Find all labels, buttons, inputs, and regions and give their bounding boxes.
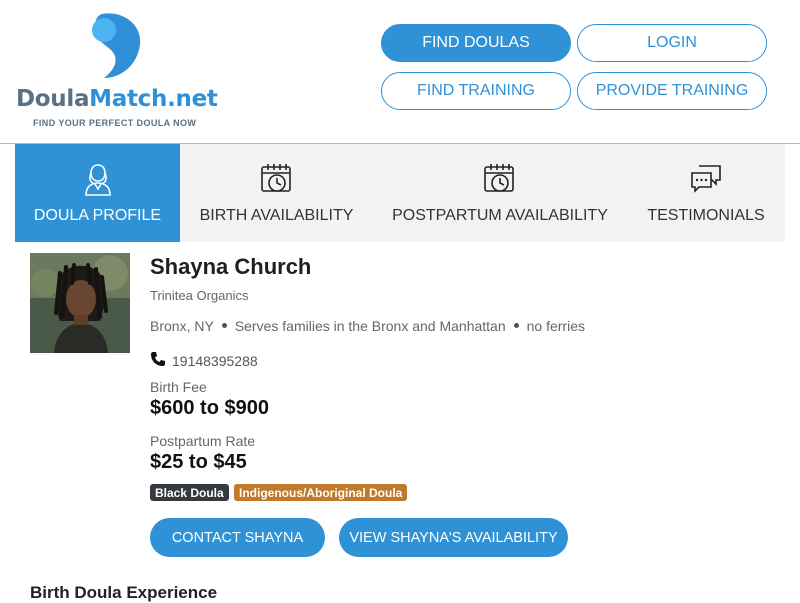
doula-service-note: no ferries [526, 318, 585, 334]
phone-icon [150, 351, 166, 370]
profile-tabs: DOULA PROFILE BIRTH AVAILABILITY POSTPAR… [15, 144, 785, 242]
logo-wordmark-part1: Doula [16, 86, 90, 112]
doula-name: Shayna Church [150, 254, 312, 279]
view-availability-button[interactable]: VIEW SHAYNA'S AVAILABILITY [339, 518, 568, 557]
find-doulas-button[interactable]: FIND DOULAS [381, 24, 571, 62]
phone-number[interactable]: 19148395288 [172, 353, 258, 369]
doula-service-area: Serves families in the Bronx and Manhatt… [234, 318, 506, 334]
separator-dot [513, 323, 519, 329]
tab-birth-availability[interactable]: BIRTH AVAILABILITY [195, 144, 358, 242]
tab-birth-availability-label: BIRTH AVAILABILITY [199, 207, 354, 224]
logo-wordmark-part2: Match.net [89, 86, 218, 112]
badge-indigenous-doula: Indigenous/Aboriginal Doula [234, 484, 408, 501]
provide-training-button[interactable]: PROVIDE TRAINING [577, 72, 767, 110]
logo-tagline: FIND YOUR PERFECT DOULA NOW [33, 118, 197, 128]
doula-organization: Trinitea Organics [150, 288, 249, 303]
doula-location: Bronx, NY [150, 318, 214, 334]
birth-experience-heading: Birth Doula Experience [30, 583, 218, 602]
doula-phone[interactable]: 19148395288 [150, 351, 258, 370]
calendar-clock-icon [483, 162, 517, 196]
contact-doula-button[interactable]: CONTACT SHAYNA [150, 518, 325, 557]
logo-wordmark: DoulaMatch.net [16, 86, 218, 112]
tab-postpartum-availability[interactable]: POSTPARTUM AVAILABILITY [392, 144, 608, 242]
birth-fee-label: Birth Fee [150, 379, 207, 395]
site-header: DoulaMatch.net FIND YOUR PERFECT DOULA N… [0, 0, 800, 144]
tab-testimonials[interactable]: TESTIMONIALS [640, 144, 772, 242]
badge-black-doula: Black Doula [150, 484, 229, 501]
doula-person-icon [83, 162, 113, 196]
find-training-button[interactable]: FIND TRAINING [381, 72, 571, 110]
tab-testimonials-label: TESTIMONIALS [647, 207, 765, 224]
birth-fee-value: $600 to $900 [150, 397, 269, 419]
doulamatch-logo-icon[interactable] [88, 12, 142, 85]
calendar-clock-icon [260, 162, 294, 196]
postpartum-rate-label: Postpartum Rate [150, 433, 256, 449]
chat-bubbles-icon [689, 162, 723, 196]
doula-location-line: Bronx, NY Serves families in the Bronx an… [150, 318, 585, 334]
tab-doula-profile-label: DOULA PROFILE [33, 207, 162, 224]
tab-postpartum-availability-label: POSTPARTUM AVAILABILITY [392, 207, 608, 224]
login-button[interactable]: LOGIN [577, 24, 767, 62]
profile-photo [30, 253, 130, 353]
separator-dot [221, 323, 227, 329]
tab-doula-profile[interactable]: DOULA PROFILE [15, 144, 180, 242]
postpartum-rate-value: $25 to $45 [150, 451, 247, 473]
